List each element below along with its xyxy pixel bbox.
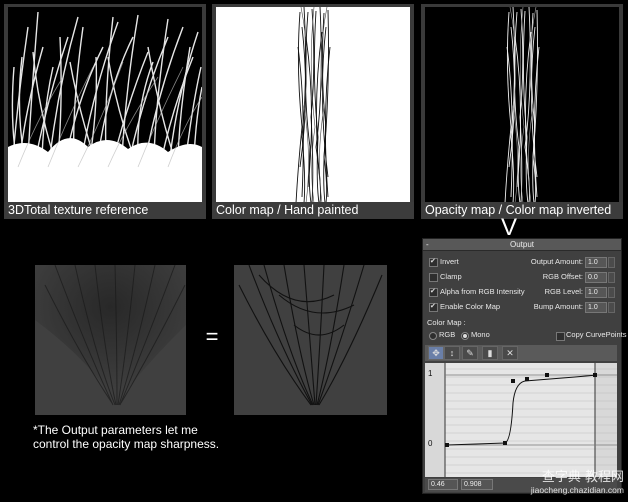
move-point-tool-icon[interactable]: ✥ <box>428 346 444 360</box>
output-rollout: - Output Invert Clamp Alpha from RGB Int… <box>422 238 626 494</box>
clamp-checkbox[interactable] <box>429 273 438 282</box>
scale-point-tool-icon[interactable]: ↕ <box>444 346 460 360</box>
copy-curvepoints-label: Copy CurvePoints <box>566 330 627 339</box>
note-line-1: *The Output parameters let me <box>33 423 198 437</box>
render-preview-sharp <box>234 265 387 415</box>
status-x-field[interactable]: 0.46 <box>428 479 458 490</box>
render-preview-soft <box>35 265 186 415</box>
output-amount-field[interactable]: 1.0 <box>585 257 607 268</box>
watermark: 查字典 教程网 jiaocheng.chazidian.com <box>494 470 624 496</box>
bump-amount-label: Bump Amount: <box>533 302 583 311</box>
rgb-level-spinner[interactable] <box>608 287 615 298</box>
reset-curve-icon[interactable]: ▮ <box>482 346 498 360</box>
add-point-tool-icon[interactable]: ✎ <box>462 346 478 360</box>
note-line-2: control the opacity map sharpness. <box>33 437 220 451</box>
invert-label: Invert <box>440 257 459 266</box>
equals-sign: = <box>205 324 219 349</box>
thumb-panel-texture-reference: 3DTotal texture reference <box>4 4 206 219</box>
collapse-icon[interactable]: - <box>426 239 429 250</box>
opacity-map-image <box>425 7 619 203</box>
rgb-level-label: RGB Level: <box>544 287 583 296</box>
color-map-image <box>216 7 410 203</box>
rgb-radio[interactable] <box>429 332 437 340</box>
bump-amount-field[interactable]: 1.0 <box>585 302 607 313</box>
mono-radio[interactable] <box>461 332 469 340</box>
color-map-caption: Color map / Hand painted <box>212 202 414 219</box>
curve-toolbar: ✥ ↕ ✎ ▮ ✕ <box>425 345 617 361</box>
copy-curvepoints-checkbox[interactable] <box>556 332 565 341</box>
rgb-radio-label: RGB <box>439 330 456 339</box>
output-amount-label: Output Amount: <box>530 257 583 266</box>
watermark-line-2: jiaocheng.chazidian.com <box>530 485 624 495</box>
status-y-field[interactable]: 0.908 <box>461 479 493 490</box>
curve-graph[interactable]: 1 0 <box>425 363 617 477</box>
rgb-offset-spinner[interactable] <box>608 272 615 283</box>
output-amount-spinner[interactable] <box>608 257 615 268</box>
rgb-offset-field[interactable]: 0.0 <box>585 272 607 283</box>
clamp-label: Clamp <box>440 272 462 281</box>
texture-reference-image <box>8 7 202 203</box>
alpha-from-rgb-label: Alpha from RGB Intensity <box>440 287 525 296</box>
mono-radio-label: Mono <box>471 330 490 339</box>
enable-color-map-checkbox[interactable] <box>429 302 438 312</box>
output-rollout-header[interactable]: - Output <box>423 239 621 251</box>
graph-label-top: 1 <box>428 369 433 378</box>
rgb-level-field[interactable]: 1.0 <box>585 287 607 298</box>
graph-label-bottom: 0 <box>428 439 433 448</box>
output-rollout-title: Output <box>509 240 534 249</box>
watermark-line-1: 查字典 教程网 <box>541 470 624 485</box>
bump-amount-spinner[interactable] <box>608 302 615 313</box>
invert-checkbox[interactable] <box>429 257 438 267</box>
rgb-offset-label: RGB Offset: <box>542 272 583 281</box>
enable-color-map-label: Enable Color Map <box>440 302 501 311</box>
down-arrow-icon: V <box>500 214 517 241</box>
thumb-panel-color-map: Color map / Hand painted <box>212 4 414 219</box>
thumb-panel-opacity-map: Opacity map / Color map inverted <box>421 4 623 219</box>
note-text: *The Output parameters let me control th… <box>33 423 219 451</box>
delete-point-icon[interactable]: ✕ <box>502 346 518 360</box>
texture-reference-caption: 3DTotal texture reference <box>4 202 206 219</box>
alpha-from-rgb-checkbox[interactable] <box>429 287 438 297</box>
color-map-section-label: Color Map : <box>427 318 466 327</box>
